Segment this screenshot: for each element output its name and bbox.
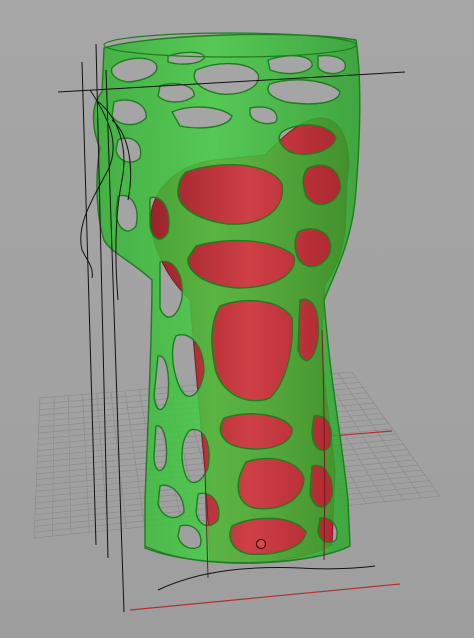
viewport-canvas[interactable] <box>0 0 474 638</box>
circle-control-point-icon[interactable] <box>255 538 267 550</box>
3d-viewport[interactable] <box>0 0 474 638</box>
